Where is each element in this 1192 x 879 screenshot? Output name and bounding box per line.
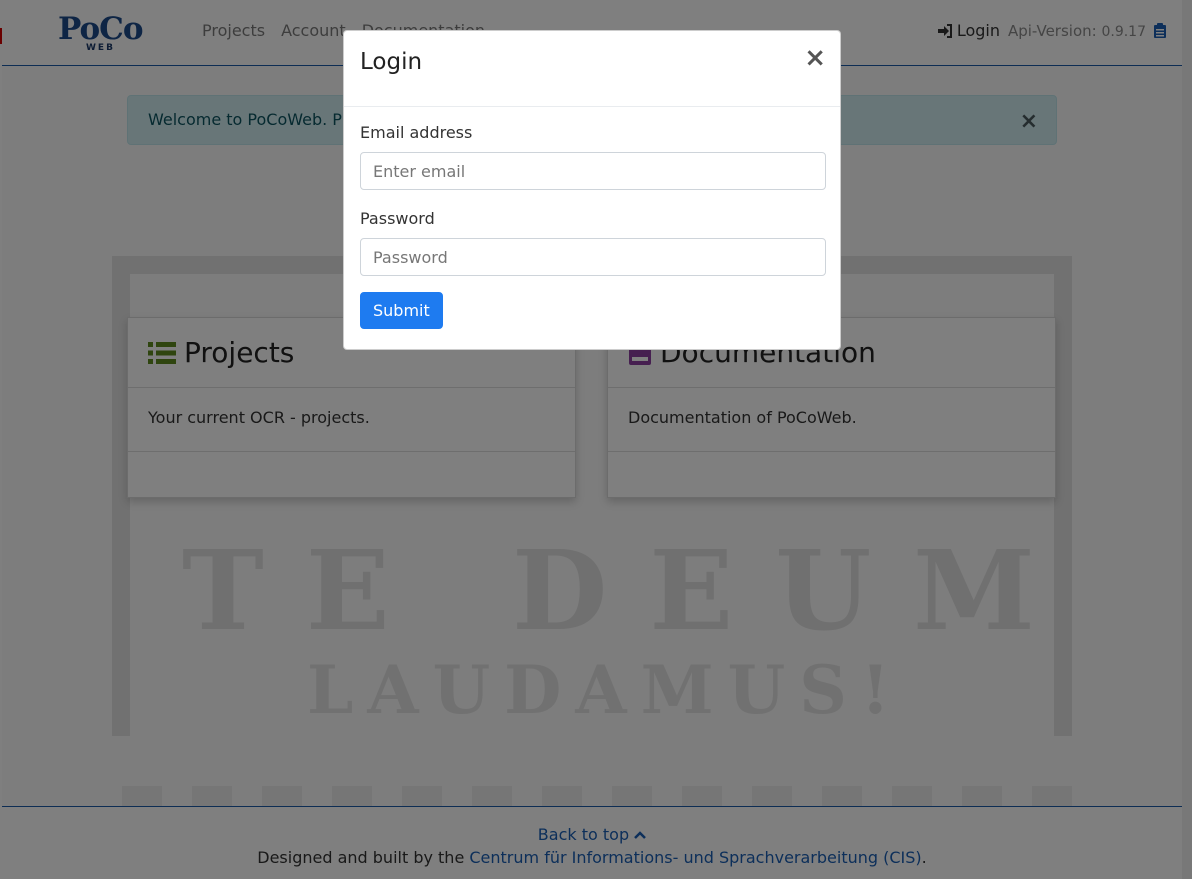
modal-header: Login × <box>344 31 840 107</box>
email-field[interactable] <box>360 152 826 190</box>
modal-body: Email address Password Submit <box>344 107 840 345</box>
login-modal: Login × Email address Password Submit <box>343 30 841 350</box>
modal-title: Login <box>360 49 423 75</box>
email-label: Email address <box>360 123 473 142</box>
modal-close-button[interactable]: × <box>804 45 826 71</box>
password-field[interactable] <box>360 238 826 276</box>
password-label: Password <box>360 209 435 228</box>
submit-button[interactable]: Submit <box>360 292 443 329</box>
